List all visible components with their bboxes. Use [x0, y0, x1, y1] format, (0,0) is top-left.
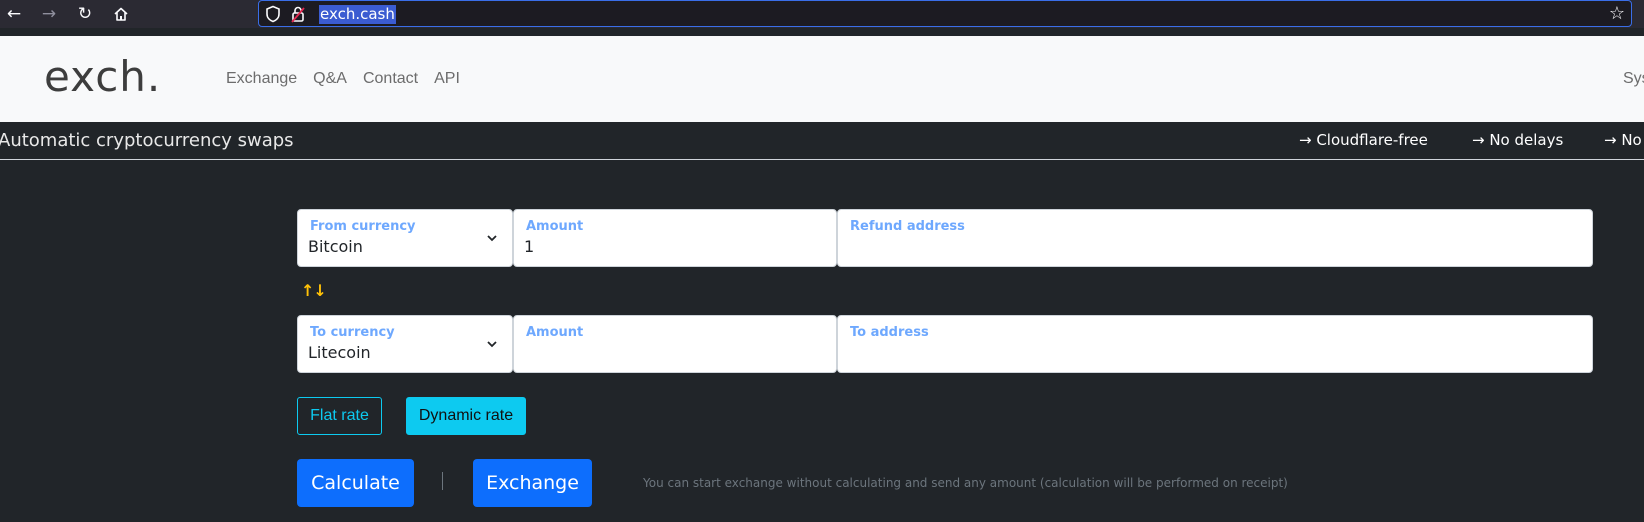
browser-toolbar: ← → ↻ exch.cash ☆ — [0, 0, 1644, 28]
to-amount-input[interactable]: Amount — [513, 315, 837, 373]
url-text[interactable]: exch.cash — [319, 5, 396, 24]
nav-link-qa[interactable]: Q&A — [313, 68, 347, 90]
lock-icon[interactable] — [291, 5, 305, 23]
refund-address-label: Refund address — [850, 219, 965, 234]
from-amount-label: Amount — [526, 219, 584, 234]
to-amount-label: Amount — [526, 325, 584, 340]
feature-no-delays: → No delays — [1472, 131, 1564, 149]
swap-arrows-icon[interactable]: ↑↓ — [301, 281, 327, 300]
from-amount-value: 1 — [524, 237, 535, 256]
chevron-down-icon — [487, 341, 497, 348]
from-currency-value: Bitcoin — [308, 237, 363, 256]
flat-rate-button[interactable]: Flat rate — [297, 397, 382, 435]
home-icon[interactable] — [110, 3, 132, 25]
nav-link-contact[interactable]: Contact — [363, 68, 418, 90]
to-address-label: To address — [850, 325, 929, 340]
feature-no: → No — [1604, 131, 1642, 149]
tagline-bar: Automatic cryptocurrency swaps → Cloudfl… — [0, 122, 1644, 160]
to-address-input[interactable]: To address — [837, 315, 1593, 373]
chevron-down-icon — [487, 235, 497, 242]
reload-icon[interactable]: ↻ — [74, 3, 96, 25]
exchange-button[interactable]: Exchange — [473, 459, 592, 507]
nav-link-exchange[interactable]: Exchange — [226, 68, 297, 90]
bookmark-star-icon[interactable]: ☆ — [1609, 3, 1625, 25]
site-header: exch. Exchange Q&A Contact API Sys — [0, 36, 1644, 122]
shield-icon[interactable] — [265, 5, 281, 23]
calculate-button[interactable]: Calculate — [297, 459, 414, 507]
forward-arrow-icon[interactable]: → — [38, 3, 60, 25]
back-arrow-icon[interactable]: ← — [3, 3, 25, 25]
header-right-link[interactable]: Sys — [1623, 68, 1644, 90]
feature-cloudflare-free: → Cloudflare-free — [1299, 131, 1428, 149]
to-currency-select[interactable]: To currency Litecoin — [297, 315, 513, 373]
button-separator — [442, 472, 443, 490]
to-currency-value: Litecoin — [308, 343, 371, 362]
from-currency-label: From currency — [310, 219, 416, 234]
tagline: Automatic cryptocurrency swaps — [0, 130, 294, 151]
from-currency-select[interactable]: From currency Bitcoin — [297, 209, 513, 267]
site-logo[interactable]: exch. — [44, 52, 161, 102]
url-bar[interactable]: exch.cash ☆ — [258, 0, 1632, 27]
dynamic-rate-button[interactable]: Dynamic rate — [406, 397, 526, 435]
to-currency-label: To currency — [310, 325, 395, 340]
from-amount-input[interactable]: Amount 1 — [513, 209, 837, 267]
main-nav: Exchange Q&A Contact API — [226, 68, 460, 90]
refund-address-input[interactable]: Refund address — [837, 209, 1593, 267]
nav-link-api[interactable]: API — [434, 68, 460, 90]
exchange-hint: You can start exchange without calculati… — [643, 476, 1288, 490]
